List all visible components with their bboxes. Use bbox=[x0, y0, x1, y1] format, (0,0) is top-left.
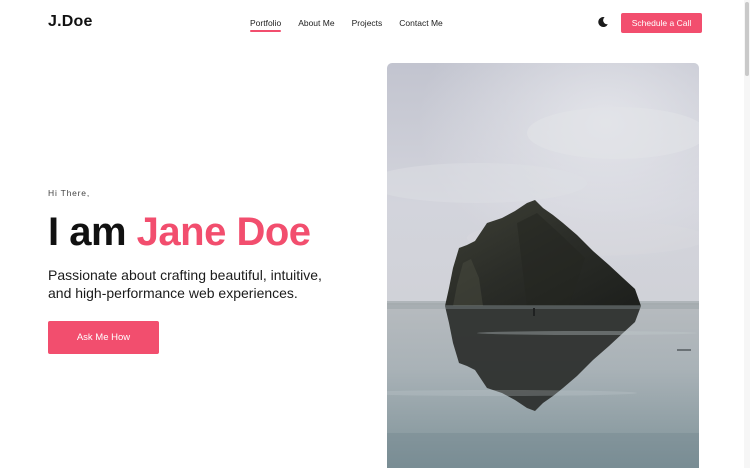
scrollbar-thumb[interactable] bbox=[745, 2, 749, 76]
hero-headline: I am Jane Doe bbox=[48, 212, 368, 252]
nav-link-portfolio[interactable]: Portfolio bbox=[250, 18, 282, 32]
nav-link-about-me[interactable]: About Me bbox=[298, 18, 334, 32]
ask-me-how-button[interactable]: Ask Me How bbox=[48, 321, 159, 354]
site-logo[interactable]: J.Doe bbox=[48, 13, 93, 31]
top-navbar: J.Doe Portfolio About Me Projects Contac… bbox=[0, 0, 744, 46]
nav-link-projects[interactable]: Projects bbox=[352, 18, 383, 32]
hero-greeting: Hi There, bbox=[48, 188, 91, 198]
nav-link-contact-me[interactable]: Contact Me bbox=[399, 18, 442, 32]
headline-prefix: I am bbox=[48, 210, 137, 254]
hero-tagline: Passionate about crafting beautiful, int… bbox=[48, 267, 322, 301]
hero-photo bbox=[387, 63, 699, 468]
main-nav: Portfolio About Me Projects Contact Me bbox=[250, 18, 443, 32]
schedule-call-button[interactable]: Schedule a Call bbox=[621, 13, 702, 33]
rock-seascape-image bbox=[387, 63, 699, 468]
hero-intro: Hi There, I am Jane Doe Passionate about… bbox=[48, 188, 368, 302]
headline-name: Jane Doe bbox=[136, 210, 311, 254]
page-scrollbar[interactable] bbox=[744, 0, 750, 468]
moon-icon[interactable] bbox=[597, 16, 609, 28]
